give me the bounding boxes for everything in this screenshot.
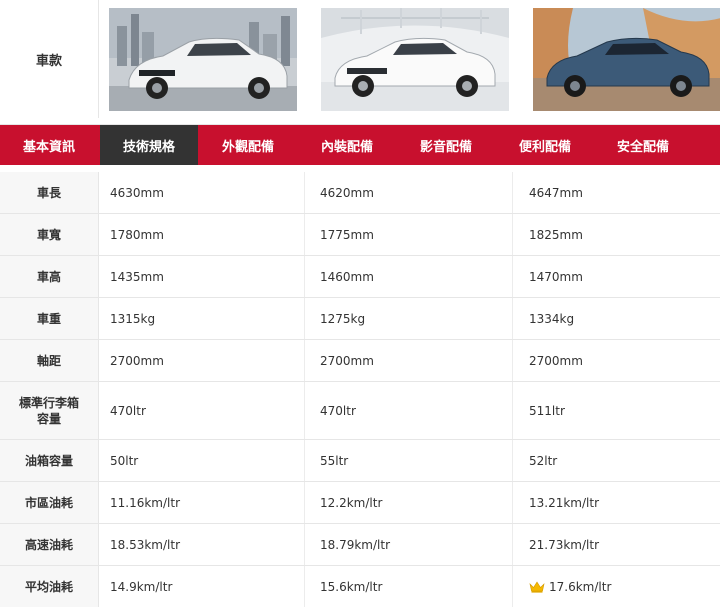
cell-car-3: 511ltr bbox=[529, 403, 565, 418]
cell-car-1: 18.53km/ltr bbox=[110, 537, 181, 552]
crown-icon bbox=[529, 580, 545, 593]
row-label: 標準行李箱 容量 bbox=[0, 382, 99, 439]
tab-exterior[interactable]: 外觀配備 bbox=[199, 125, 297, 165]
tab-technical-specs[interactable]: 技術規格 bbox=[100, 125, 198, 165]
tab-interior[interactable]: 內裝配備 bbox=[298, 125, 396, 165]
car-image-2[interactable] bbox=[321, 8, 509, 111]
cell-car-2: 1275kg bbox=[320, 311, 366, 326]
cell-car-1: 1780mm bbox=[110, 227, 164, 242]
table-row-city-economy: 市區油耗 11.16km/ltr 12.2km/ltr 13.21km/ltr bbox=[0, 482, 720, 524]
cell-car-1: 470ltr bbox=[110, 403, 146, 418]
car-cell-1 bbox=[98, 0, 308, 118]
car-cell-2 bbox=[308, 0, 518, 118]
cell-car-2: 15.6km/ltr bbox=[320, 579, 383, 594]
car-model-label: 車款 bbox=[0, 0, 99, 118]
cell-car-3: 1825mm bbox=[529, 227, 583, 242]
table-row-highway-economy: 高速油耗 18.53km/ltr 18.79km/ltr 21.73km/ltr bbox=[0, 524, 720, 566]
row-label: 車長 bbox=[0, 172, 99, 213]
row-label: 車高 bbox=[0, 256, 99, 297]
cell-car-3: 17.6km/ltr bbox=[529, 566, 719, 607]
table-row-length: 車長 4630mm 4620mm 4647mm bbox=[0, 172, 720, 214]
cell-car-1: 11.16km/ltr bbox=[110, 495, 181, 510]
row-label: 軸距 bbox=[0, 340, 99, 381]
tab-safety[interactable]: 安全配備 bbox=[594, 125, 692, 165]
cell-car-3: 52ltr bbox=[529, 453, 558, 468]
cell-car-2: 470ltr bbox=[320, 403, 356, 418]
car-cell-3 bbox=[518, 0, 720, 118]
cell-car-2: 4620mm bbox=[320, 185, 374, 200]
cell-car-3: 1470mm bbox=[529, 269, 583, 284]
row-label-line-1: 標準行李箱 bbox=[18, 395, 79, 410]
table-row-width: 車寬 1780mm 1775mm 1825mm bbox=[0, 214, 720, 256]
row-label: 市區油耗 bbox=[0, 482, 99, 523]
table-row-wheelbase: 軸距 2700mm 2700mm 2700mm bbox=[0, 340, 720, 382]
cell-car-2: 1460mm bbox=[320, 269, 374, 284]
row-label: 油箱容量 bbox=[0, 440, 99, 481]
tab-convenience[interactable]: 便利配備 bbox=[496, 125, 594, 165]
cell-car-2: 1775mm bbox=[320, 227, 374, 242]
cell-car-1: 2700mm bbox=[110, 353, 164, 368]
table-row-height: 車高 1435mm 1460mm 1470mm bbox=[0, 256, 720, 298]
cell-car-1: 1315kg bbox=[110, 311, 156, 326]
tab-audio-video[interactable]: 影音配備 bbox=[397, 125, 495, 165]
table-row-fuel-tank: 油箱容量 50ltr 55ltr 52ltr bbox=[0, 440, 720, 482]
cell-car-3: 1334kg bbox=[529, 311, 575, 326]
cell-car-1: 4630mm bbox=[110, 185, 164, 200]
cell-car-3: 13.21km/ltr bbox=[529, 495, 600, 510]
car-image-3[interactable] bbox=[533, 8, 720, 111]
cell-car-3: 21.73km/ltr bbox=[529, 537, 600, 552]
cell-car-1: 50ltr bbox=[110, 453, 139, 468]
row-label: 車重 bbox=[0, 298, 99, 339]
row-label: 平均油耗 bbox=[0, 566, 99, 607]
cell-car-2: 2700mm bbox=[320, 353, 374, 368]
cell-car-2: 12.2km/ltr bbox=[320, 495, 383, 510]
tab-basic-info[interactable]: 基本資訊 bbox=[0, 125, 98, 165]
cell-car-2: 18.79km/ltr bbox=[320, 537, 391, 552]
cell-car-3: 4647mm bbox=[529, 185, 583, 200]
table-row-trunk: 標準行李箱 容量 470ltr 470ltr 511ltr bbox=[0, 382, 720, 440]
row-label-line-2: 容量 bbox=[36, 411, 61, 426]
table-row-weight: 車重 1315kg 1275kg 1334kg bbox=[0, 298, 720, 340]
row-label: 高速油耗 bbox=[0, 524, 99, 565]
row-label: 車寬 bbox=[0, 214, 99, 255]
spec-table: 車長 4630mm 4620mm 4647mm 車寬 1780mm 1775mm… bbox=[0, 172, 720, 607]
car-image-1[interactable] bbox=[109, 8, 297, 111]
cell-car-3: 2700mm bbox=[529, 353, 583, 368]
cell-car-1: 1435mm bbox=[110, 269, 164, 284]
cell-car-1: 14.9km/ltr bbox=[110, 579, 173, 594]
cell-value: 17.6km/ltr bbox=[549, 579, 612, 594]
car-header-row: 車款 bbox=[0, 0, 720, 125]
spec-tab-bar: 基本資訊 技術規格 外觀配備 內裝配備 影音配備 便利配備 安全配備 bbox=[0, 125, 720, 165]
table-row-average-economy: 平均油耗 14.9km/ltr 15.6km/ltr 17.6km/ltr bbox=[0, 566, 720, 607]
cell-car-2: 55ltr bbox=[320, 453, 349, 468]
